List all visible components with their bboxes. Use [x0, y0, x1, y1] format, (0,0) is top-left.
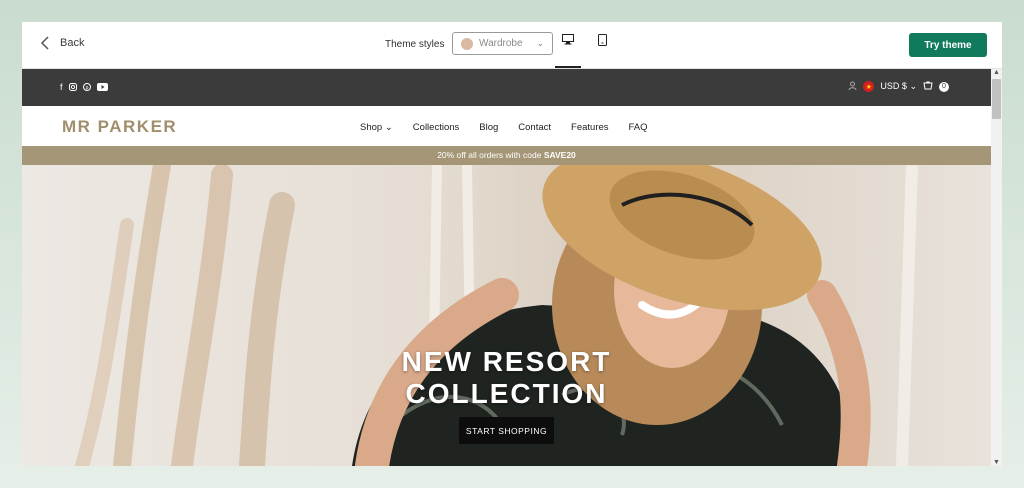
youtube-icon[interactable] [96, 83, 108, 91]
cart-count-badge: 0 [939, 81, 949, 92]
mobile-view-button[interactable] [593, 34, 611, 56]
promo-banner: 20% off all orders with code SAVE20 [22, 146, 991, 165]
store-utility-nav: ★ USD $ ⌄ 0 [848, 81, 949, 92]
theme-style-value: Wardrobe [479, 38, 523, 49]
hero-heading-line2: COLLECTION [405, 378, 608, 409]
chevron-down-icon: ⌄ [536, 38, 544, 48]
facebook-icon[interactable]: f [60, 82, 63, 92]
store-topbar: f p ★ USD $ ⌄ 0 [22, 69, 991, 106]
theme-style-select[interactable]: Wardrobe ⌄ [452, 32, 553, 55]
preview-scrollbar[interactable]: ▲ ▼ [991, 69, 1002, 466]
scroll-up-icon[interactable]: ▲ [993, 69, 1000, 76]
hero-heading-line1: NEW RESORT [401, 346, 612, 377]
store-logo[interactable]: MR PARKER [62, 117, 177, 137]
scrollbar-thumb[interactable] [992, 79, 1001, 119]
nav-item-collections[interactable]: Collections [413, 122, 459, 133]
store-header: MR PARKER Shop ⌄ Collections Blog Contac… [22, 106, 991, 146]
promo-text: 20% off all orders with code [437, 150, 544, 160]
nav-item-shop[interactable]: Shop ⌄ [360, 122, 393, 133]
svg-text:p: p [85, 85, 88, 91]
currency-value: USD $ [880, 81, 907, 91]
desktop-view-button[interactable] [555, 34, 581, 68]
try-theme-button[interactable]: Try theme [909, 33, 987, 57]
social-links: f p [60, 82, 108, 92]
nav-item-faq[interactable]: FAQ [629, 122, 648, 133]
editor-topbar: Back Theme styles Wardrobe ⌄ Try theme [22, 22, 1002, 69]
account-icon[interactable] [848, 81, 857, 92]
chevron-down-icon: ⌄ [384, 122, 393, 133]
theme-preview-window: Back Theme styles Wardrobe ⌄ Try theme f… [22, 22, 1002, 466]
start-shopping-button[interactable]: START SHOPPING [459, 417, 554, 444]
nav-item-features[interactable]: Features [571, 122, 609, 133]
theme-styles-label: Theme styles [385, 39, 445, 50]
back-button[interactable]: Back [40, 36, 84, 50]
main-nav: Shop ⌄ Collections Blog Contact Features… [360, 122, 648, 133]
hero-heading: NEW RESORT COLLECTION [22, 346, 991, 410]
store-preview: f p ★ USD $ ⌄ 0 MR PARKER Shop ⌄ Collect… [22, 69, 991, 466]
hero-banner: NEW RESORT COLLECTION START SHOPPING [22, 165, 991, 466]
flag-icon: ★ [863, 81, 875, 92]
scroll-down-icon[interactable]: ▼ [993, 459, 1000, 466]
instagram-icon[interactable] [68, 83, 77, 91]
pinterest-icon[interactable]: p [82, 83, 91, 91]
desktop-icon [562, 34, 574, 45]
back-label: Back [60, 37, 85, 49]
chevron-left-icon [40, 36, 49, 50]
cart-icon[interactable] [923, 81, 933, 92]
nav-item-contact[interactable]: Contact [518, 122, 551, 133]
chevron-down-icon: ⌄ [909, 81, 917, 91]
currency-selector[interactable]: USD $ ⌄ [880, 81, 917, 92]
color-swatch-icon [461, 37, 473, 50]
promo-code: SAVE20 [543, 150, 576, 160]
mobile-icon [597, 34, 607, 46]
nav-item-blog[interactable]: Blog [479, 122, 498, 133]
